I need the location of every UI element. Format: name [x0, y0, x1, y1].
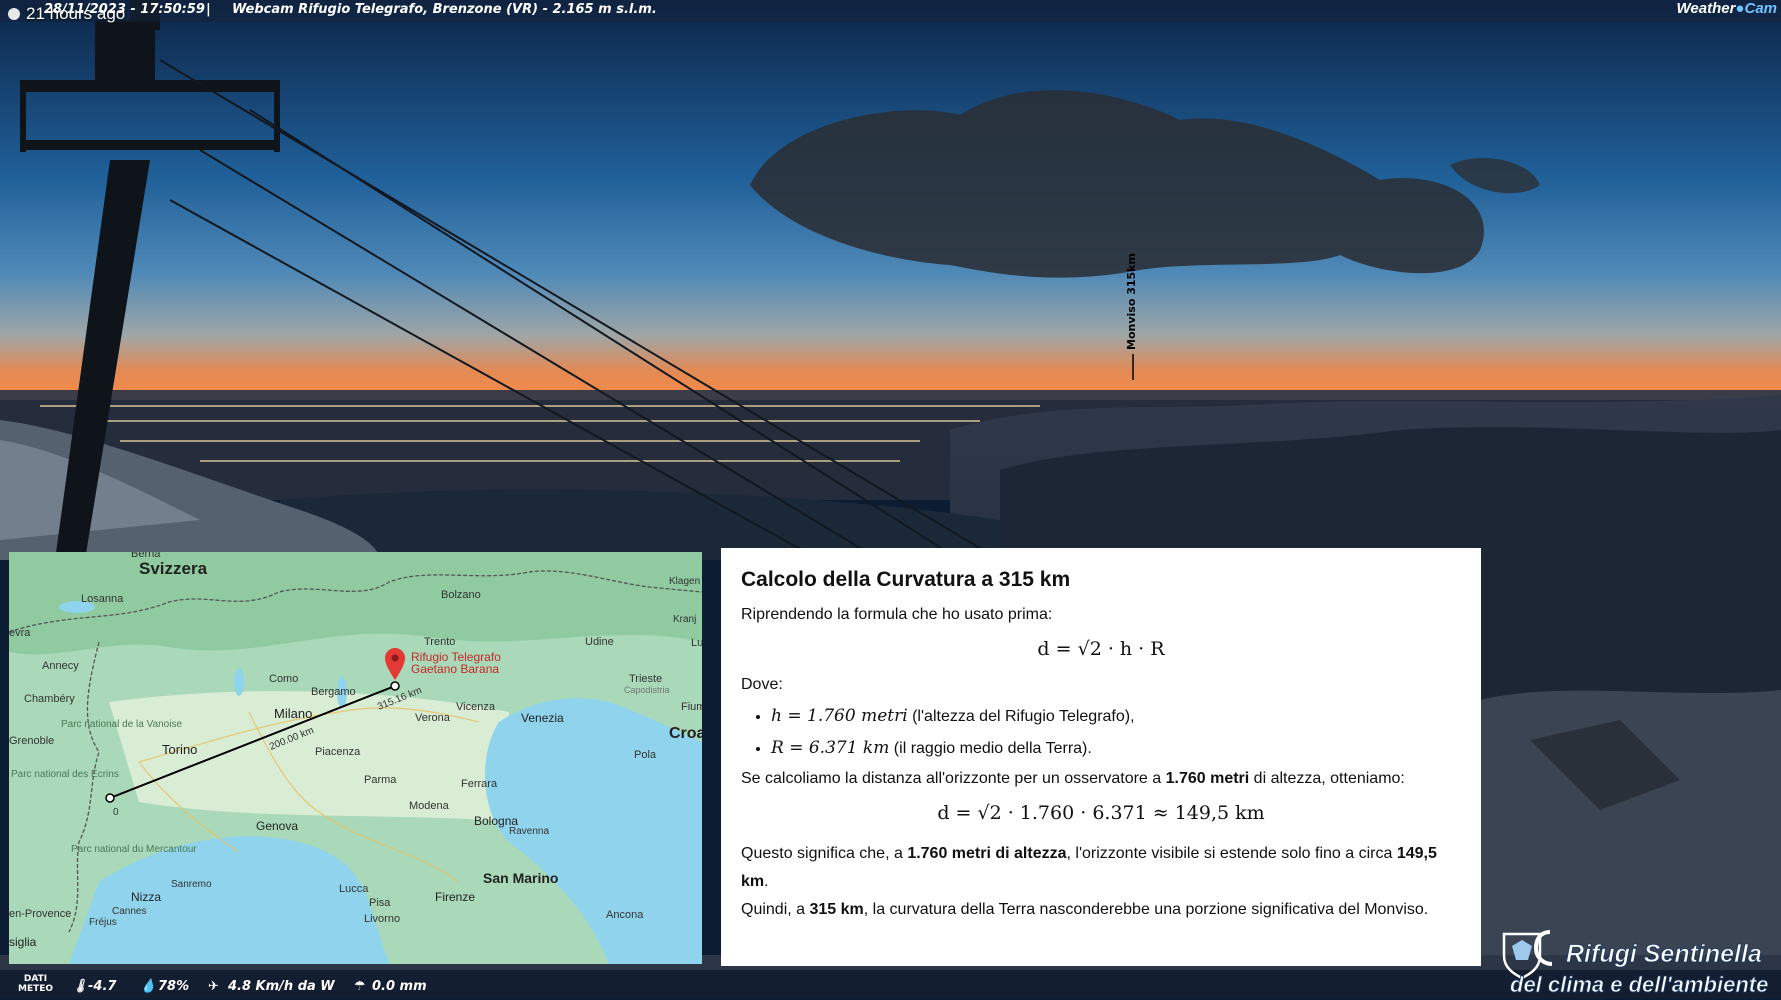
map-label-bolzano: Bolzano [441, 589, 481, 601]
temperature-value: -4.7 [88, 979, 117, 994]
map-label-provence: en-Provence [9, 908, 71, 920]
map-label-frejus: Fréjus [89, 917, 117, 928]
map-label-ecrins: Parc national des Écrins [11, 767, 119, 780]
map-label-torino: Torino [162, 742, 197, 757]
map-label-sicilia: siglia [9, 935, 37, 949]
map-label-udine: Udine [585, 636, 614, 648]
weather-label-line2: METEO [18, 984, 54, 994]
weathercam-logo: Weather●Cam [1677, 0, 1778, 17]
brand-cam-text: Cam [1744, 0, 1777, 17]
map-label-rifugio-line2: Gaetano Barana [411, 662, 499, 676]
map-label-lubiana: Lu [691, 637, 702, 649]
map-label-capodistria: Capodistria [624, 685, 670, 695]
text-fragment: , l'orizzonte visibile si estende solo f… [1066, 845, 1397, 862]
text-fragment: di altezza, otteniamo: [1249, 770, 1405, 787]
map-label-annecy: Annecy [42, 660, 79, 672]
map-label-sanremo: Sanremo [171, 879, 212, 890]
humidity-icon: 💧 [140, 979, 157, 994]
cai-shield-icon: Rifugi Sentinella del clima e dell'ambie… [1502, 930, 1769, 997]
map-label-vanoise: Parc national de la Vanoise [61, 719, 182, 730]
map-label-venezia: Venezia [521, 711, 564, 725]
text-bold: 315 km [809, 901, 864, 918]
monviso-marker: Monviso 315km [1125, 253, 1138, 380]
text-fragment: Quindi, a [741, 901, 810, 918]
map-label-vicenza: Vicenza [456, 701, 496, 713]
status-dot-icon [8, 8, 20, 20]
text-bold: 1.760 metri di altezza [907, 845, 1067, 862]
map-label-mercantour: Parc national du Mercantour [71, 844, 197, 855]
brand-weather-text: Weather [1676, 0, 1736, 17]
text-bold: 1.760 metri [1165, 770, 1250, 787]
map-label-switzerland: Svizzera [139, 559, 208, 578]
variable-r-desc: (il raggio medio della Terra). [889, 740, 1092, 757]
variable-h: h = 1.760 metri [771, 706, 908, 726]
wind-value: 4.8 Km/h da W [228, 979, 335, 994]
map-label-cannes: Cannes [112, 906, 146, 917]
map-label-ferrara: Ferrara [461, 778, 498, 790]
text-fragment: Se calcoliamo la distanza all'orizzonte … [741, 770, 1166, 787]
map-label-modena: Modena [409, 800, 450, 812]
map-label-pola: Pola [634, 749, 657, 761]
variable-r: R = 6.371 km [771, 738, 890, 758]
map-label-kranj: Kranj [673, 614, 696, 625]
logo-line2: del clima e dell'ambiente [1510, 972, 1768, 996]
webcam-title: Webcam Rifugio Telegrafo, Brenzone (VR) … [232, 2, 657, 17]
map-label-san-marino: San Marino [483, 870, 558, 886]
map-screenshot: Svizzera Berna Losanna evra Annecy Chamb… [9, 552, 702, 964]
curvature-explanation-panel: Calcolo della Curvatura a 315 km Riprend… [721, 548, 1481, 966]
logo-line1: Rifugi Sentinella [1566, 940, 1762, 968]
text-fragment: Questo significa che, a [741, 845, 908, 862]
map-label-zero: 0 [113, 807, 119, 818]
variable-h-desc: (l'altezza del Rifugio Telegrafo), [907, 708, 1135, 725]
panel-title: Calcolo della Curvatura a 315 km [741, 568, 1071, 591]
rifugi-sentinella-logo: Rifugi Sentinella del clima e dell'ambie… [1500, 926, 1780, 997]
map-label-lucca: Lucca [339, 883, 369, 895]
wind-icon: ✈ [208, 979, 219, 994]
where-label: Dove: [741, 676, 783, 693]
horizon-paragraph: Se calcoliamo la distanza all'orizzonte … [741, 770, 1461, 788]
map-label-trieste: Trieste [629, 673, 662, 685]
map-label-fiume: Fium [681, 701, 702, 713]
formula-horizon-distance: d = √2 · h · R [1037, 638, 1165, 660]
map-label-piacenza: Piacenza [315, 746, 361, 758]
map-label-milano: Milano [274, 706, 312, 721]
map-label-nizza: Nizza [131, 890, 161, 904]
weather-data-label: DATI METEO [18, 974, 53, 994]
rain-icon: ☂ [354, 979, 366, 994]
rain-value: 0.0 mm [372, 979, 427, 994]
thermometer-icon: 🌡 [72, 979, 89, 994]
intro-text: Riprendendo la formula che ho usato prim… [741, 606, 1053, 623]
map-of-northern-italy: Svizzera Berna Losanna evra Annecy Chamb… [9, 552, 702, 964]
conclusion-paragraph: Questo significa che, a 1.760 metri di a… [741, 840, 1461, 924]
text-fragment: . [764, 873, 769, 890]
map-label-trento: Trento [424, 636, 455, 648]
variables-list: h = 1.760 metri (l'altezza del Rifugio T… [741, 706, 1461, 758]
map-label-genova: Genova [256, 819, 298, 833]
map-label-pisa: Pisa [369, 897, 391, 909]
map-label-firenze: Firenze [435, 890, 475, 904]
formula-result: d = √2 · 1.760 · 6.371 ≈ 149,5 km [937, 802, 1265, 824]
map-label-ravenna: Ravenna [509, 826, 549, 837]
map-label-verona: Verona [415, 712, 451, 724]
map-label-berna: Berna [131, 552, 161, 560]
list-item: R = 6.371 km (il raggio medio della Terr… [771, 738, 1461, 758]
map-label-klagenfurt: Klagen Wörthe [669, 576, 702, 587]
map-label-croazia: Croa [669, 725, 702, 742]
map-label-grenoble: Grenoble [9, 735, 54, 747]
map-label-livorno: Livorno [364, 913, 400, 925]
map-label-losanna: Losanna [81, 593, 124, 605]
header-separator: | [206, 2, 211, 17]
monviso-label: Monviso 315km [1125, 253, 1138, 350]
map-label-bergamo: Bergamo [311, 686, 356, 698]
weather-label-line1: DATI [23, 974, 48, 984]
map-label-ginevra: evra [9, 627, 31, 639]
map-label-parma: Parma [364, 774, 397, 786]
humidity-value: 78% [158, 979, 190, 994]
map-label-chambery: Chambéry [24, 693, 75, 705]
list-item: h = 1.760 metri (l'altezza del Rifugio T… [771, 706, 1461, 726]
map-label-ancona: Ancona [606, 909, 644, 921]
webcam-timestamp: 28/11/2023 - 17:50:59 [44, 2, 205, 17]
map-label-como: Como [269, 673, 298, 685]
text-fragment: , la curvatura della Terra nasconderebbe… [863, 901, 1429, 918]
